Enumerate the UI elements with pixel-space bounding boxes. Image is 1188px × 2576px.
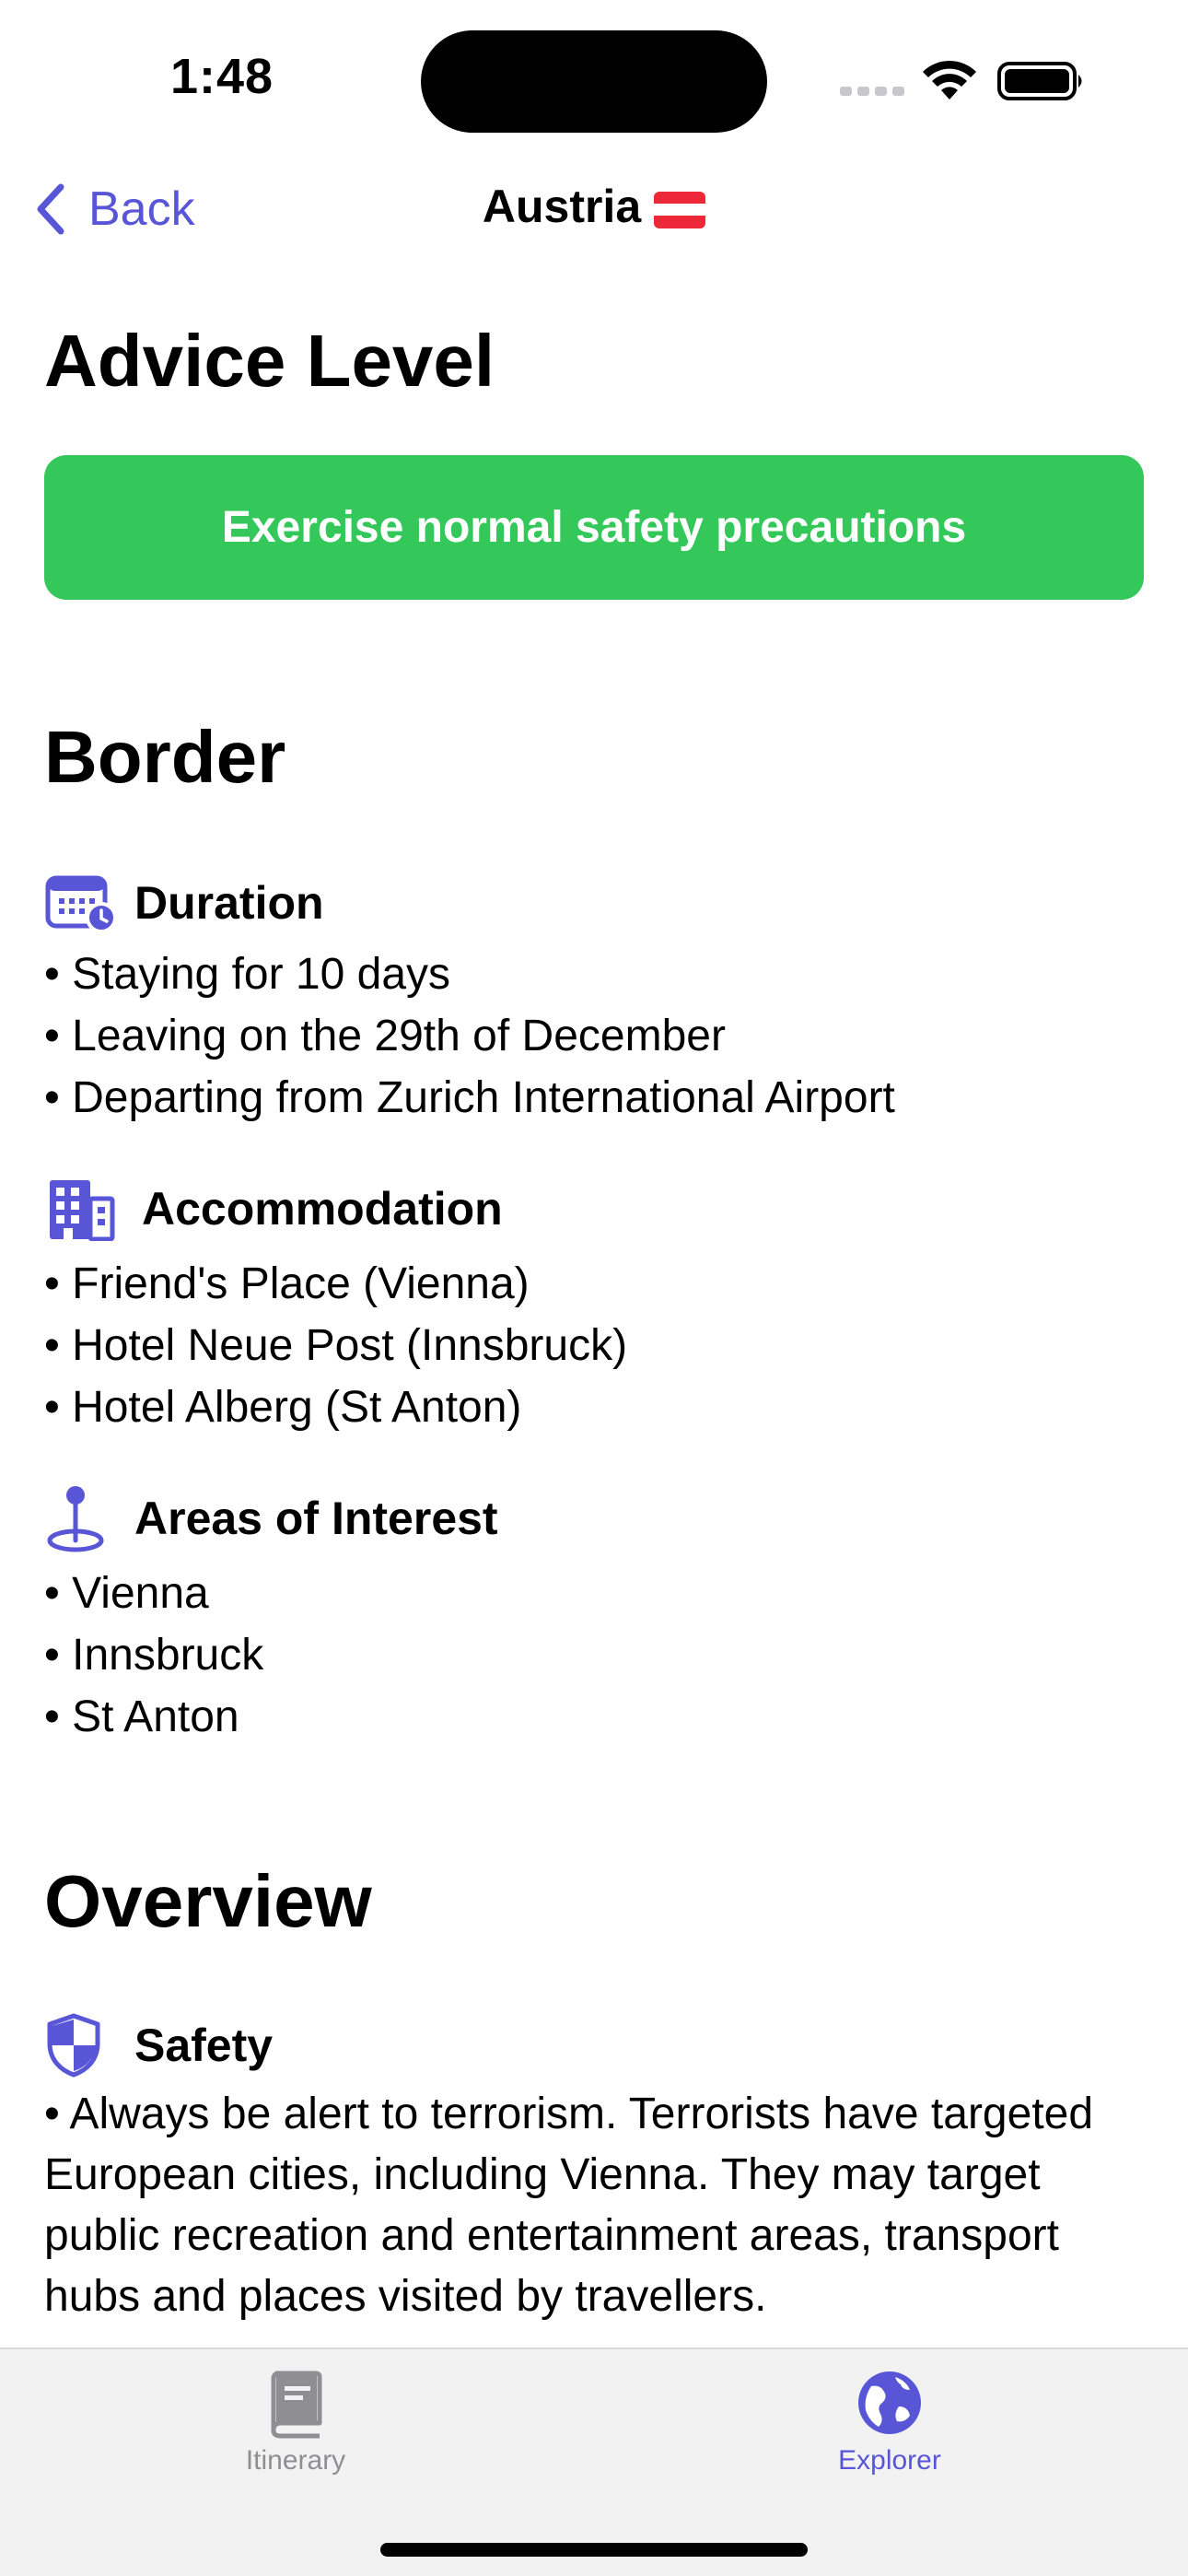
- advice-level-badge[interactable]: Exercise normal safety precautions: [44, 455, 1144, 600]
- shield-icon: [44, 2010, 123, 2080]
- country-name: Austria: [482, 181, 642, 232]
- cellular-signal-icon: [840, 85, 904, 98]
- list-item: • Staying for 10 days: [44, 950, 451, 999]
- tab-explorer[interactable]: Explorer: [751, 2366, 1028, 2476]
- areas-header: Areas of Interest: [44, 1481, 498, 1555]
- calendar-clock-icon: [44, 868, 123, 938]
- safety-title: Safety: [134, 2020, 274, 2071]
- overview-heading: Overview: [44, 1860, 372, 1942]
- accommodation-header: Accommodation: [44, 1172, 503, 1246]
- book-icon: [271, 2371, 322, 2439]
- accommodation-list: • Friend's Place (Vienna) • Hotel Neue P…: [44, 1253, 1140, 1438]
- duration-header: Duration: [44, 866, 324, 940]
- list-item: • Departing from Zurich International Ai…: [44, 1073, 895, 1122]
- duration-list: • Staying for 10 days • Leaving on the 2…: [44, 943, 1140, 1129]
- status-time: 1:48: [170, 49, 274, 104]
- nav-title: Austria: [0, 180, 1188, 233]
- areas-list: • Vienna • Innsbruck • St Anton: [44, 1563, 1140, 1748]
- dynamic-island: [421, 30, 767, 133]
- tab-itinerary[interactable]: Itinerary: [157, 2366, 434, 2476]
- battery-icon: [997, 62, 1082, 100]
- accommodation-title: Accommodation: [142, 1183, 503, 1235]
- list-item: • Leaving on the 29th of December: [44, 1012, 726, 1060]
- globe-icon: [858, 2371, 921, 2434]
- list-item: • St Anton: [44, 1692, 239, 1741]
- duration-title: Duration: [134, 877, 324, 929]
- map-pin-icon: [44, 1483, 123, 1553]
- safety-header: Safety: [44, 2008, 273, 2082]
- wifi-icon: [923, 60, 976, 100]
- status-bar: 1:48: [0, 0, 1188, 147]
- home-indicator: [380, 2543, 808, 2557]
- advice-level-heading: Advice Level: [44, 320, 495, 402]
- safety-text: • Always be alert to terrorism. Terroris…: [44, 2090, 1094, 2321]
- list-item: • Hotel Alberg (St Anton): [44, 1383, 522, 1432]
- tab-explorer-label: Explorer: [838, 2445, 941, 2476]
- border-heading: Border: [44, 716, 286, 798]
- tab-bar: Itinerary Explorer: [0, 2348, 1188, 2576]
- list-item: • Hotel Neue Post (Innsbruck): [44, 1321, 628, 1370]
- areas-title: Areas of Interest: [134, 1493, 498, 1544]
- screen: 1:48 Back Austria Advice Level Exercise …: [0, 0, 1188, 2576]
- scroll-content[interactable]: 1:48 Back Austria Advice Level Exercise …: [0, 0, 1188, 2348]
- list-item: • Innsbruck: [44, 1631, 264, 1680]
- building-icon: [44, 1174, 123, 1244]
- list-item: • Friend's Place (Vienna): [44, 1259, 530, 1308]
- austria-flag-icon: [654, 191, 706, 228]
- tab-itinerary-label: Itinerary: [245, 2445, 346, 2476]
- list-item: • Vienna: [44, 1569, 209, 1618]
